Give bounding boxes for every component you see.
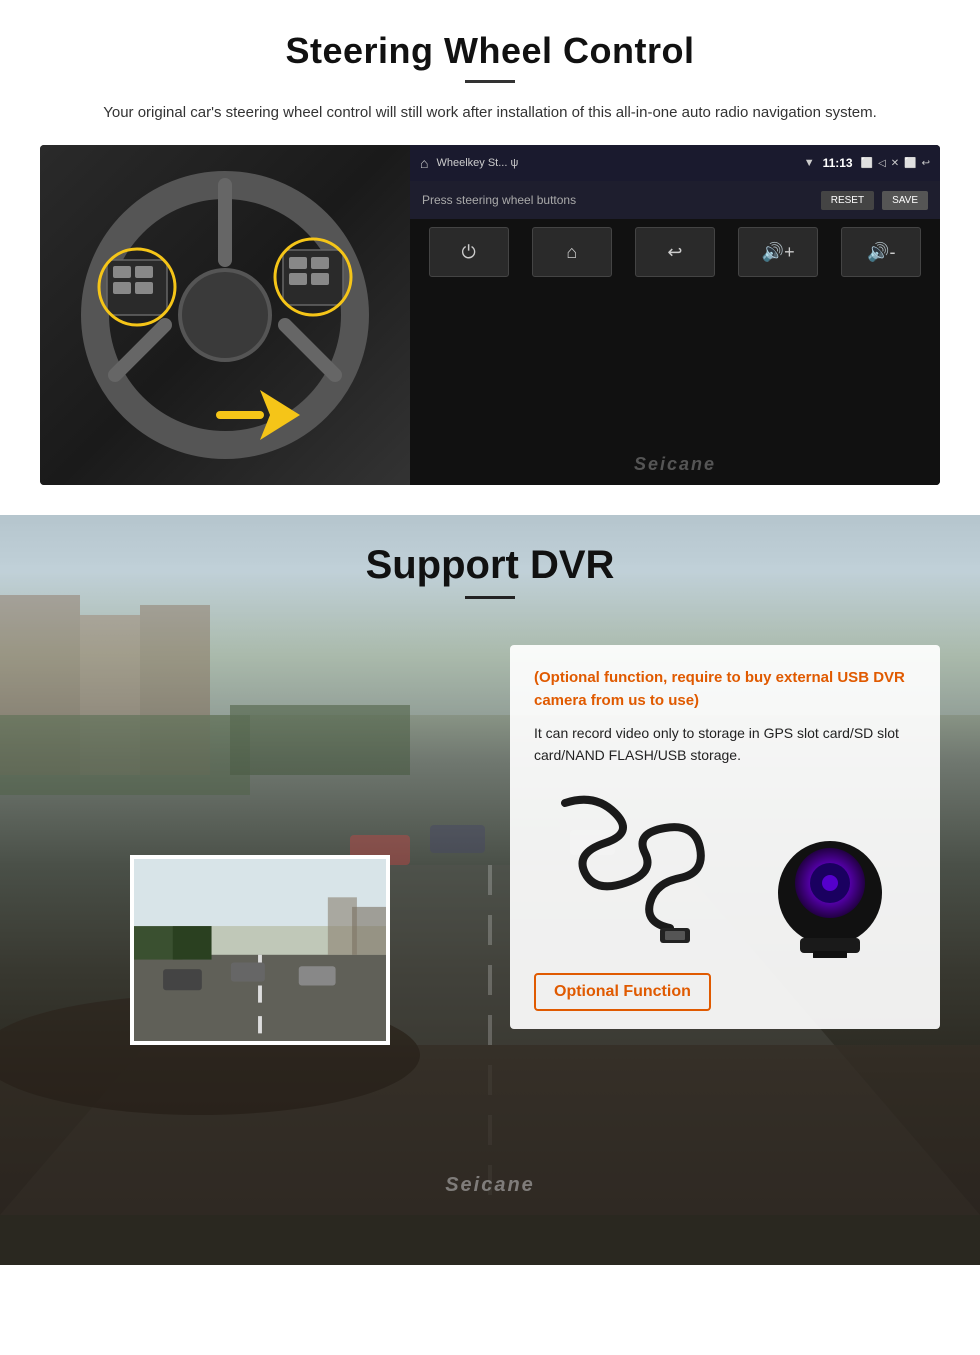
- back-icon: ↩: [922, 158, 930, 169]
- dvr-camera-image: [534, 781, 916, 961]
- swc-composite-image: ⌂ Wheelkey St... ψ ▼ 11:13 ⬜ ◁ ✕ ⬜ ↩ Pre…: [40, 145, 940, 485]
- close-icon: ✕: [891, 158, 899, 169]
- optional-function-label: Optional Function: [534, 973, 711, 1011]
- dvr-seicane-watermark: Seicane: [445, 1174, 535, 1197]
- swc-title: Steering Wheel Control: [40, 30, 940, 72]
- screen-icon: ⬜: [904, 158, 916, 169]
- steering-wheel-graphic: [65, 160, 385, 470]
- dvr-title-divider: [465, 596, 515, 599]
- swc-title-divider: [465, 80, 515, 83]
- dvr-thumb-svg: [134, 859, 386, 1041]
- reset-button[interactable]: RESET: [821, 191, 874, 210]
- dvr-optional-text: (Optional function, require to buy exter…: [534, 667, 916, 712]
- dvr-description: It can record video only to storage in G…: [534, 722, 916, 767]
- vol-up-btn[interactable]: 🔊+: [738, 227, 818, 277]
- dvr-road-thumbnail: [130, 855, 390, 1045]
- seicane-watermark: Seicane: [634, 454, 716, 475]
- wheelkey-toolbar: Press steering wheel buttons RESET SAVE: [410, 181, 940, 219]
- statusbar-app-title: Wheelkey St... ψ: [436, 157, 795, 169]
- swc-subtitle: Your original car's steering wheel contr…: [40, 101, 940, 125]
- dvr-info-box: (Optional function, require to buy exter…: [510, 645, 940, 1029]
- android-screen: ⌂ Wheelkey St... ψ ▼ 11:13 ⬜ ◁ ✕ ⬜ ↩ Pre…: [410, 145, 940, 485]
- power-btn[interactable]: ⏻: [429, 227, 509, 277]
- steering-wheel-photo: [40, 145, 410, 485]
- home-btn[interactable]: ⌂: [532, 227, 612, 277]
- status-bar: ⌂ Wheelkey St... ψ ▼ 11:13 ⬜ ◁ ✕ ⬜ ↩: [410, 145, 940, 181]
- statusbar-icon-group: ⬜ ◁ ✕ ⬜ ↩: [861, 158, 930, 169]
- toolbar-instruction: Press steering wheel buttons: [422, 193, 813, 207]
- back-btn[interactable]: ↩: [635, 227, 715, 277]
- wifi-icon: ▼: [804, 157, 815, 169]
- screen-watermark-area: Seicane: [410, 285, 940, 485]
- dvr-section: Support DVR (Optional function, require …: [0, 515, 980, 1215]
- vol-down-btn[interactable]: 🔊-: [841, 227, 921, 277]
- dvr-camera-svg: [535, 783, 915, 958]
- steering-wheel-svg: [65, 160, 385, 470]
- statusbar-time: 11:13: [823, 156, 853, 170]
- wheelkey-buttons-row: ⏻ ⌂ ↩ 🔊+ 🔊-: [410, 219, 940, 285]
- bottom-strip: [0, 1215, 980, 1265]
- swc-section: Steering Wheel Control Your original car…: [0, 0, 980, 485]
- dvr-title: Support DVR: [366, 543, 615, 588]
- dvr-title-area: Support DVR: [0, 515, 980, 599]
- optional-function-badge: Optional Function: [534, 973, 916, 1011]
- home-icon: ⌂: [420, 155, 428, 171]
- volume-icon: ◁: [878, 158, 886, 169]
- camera-icon: ⬜: [861, 158, 873, 169]
- save-button[interactable]: SAVE: [882, 191, 928, 210]
